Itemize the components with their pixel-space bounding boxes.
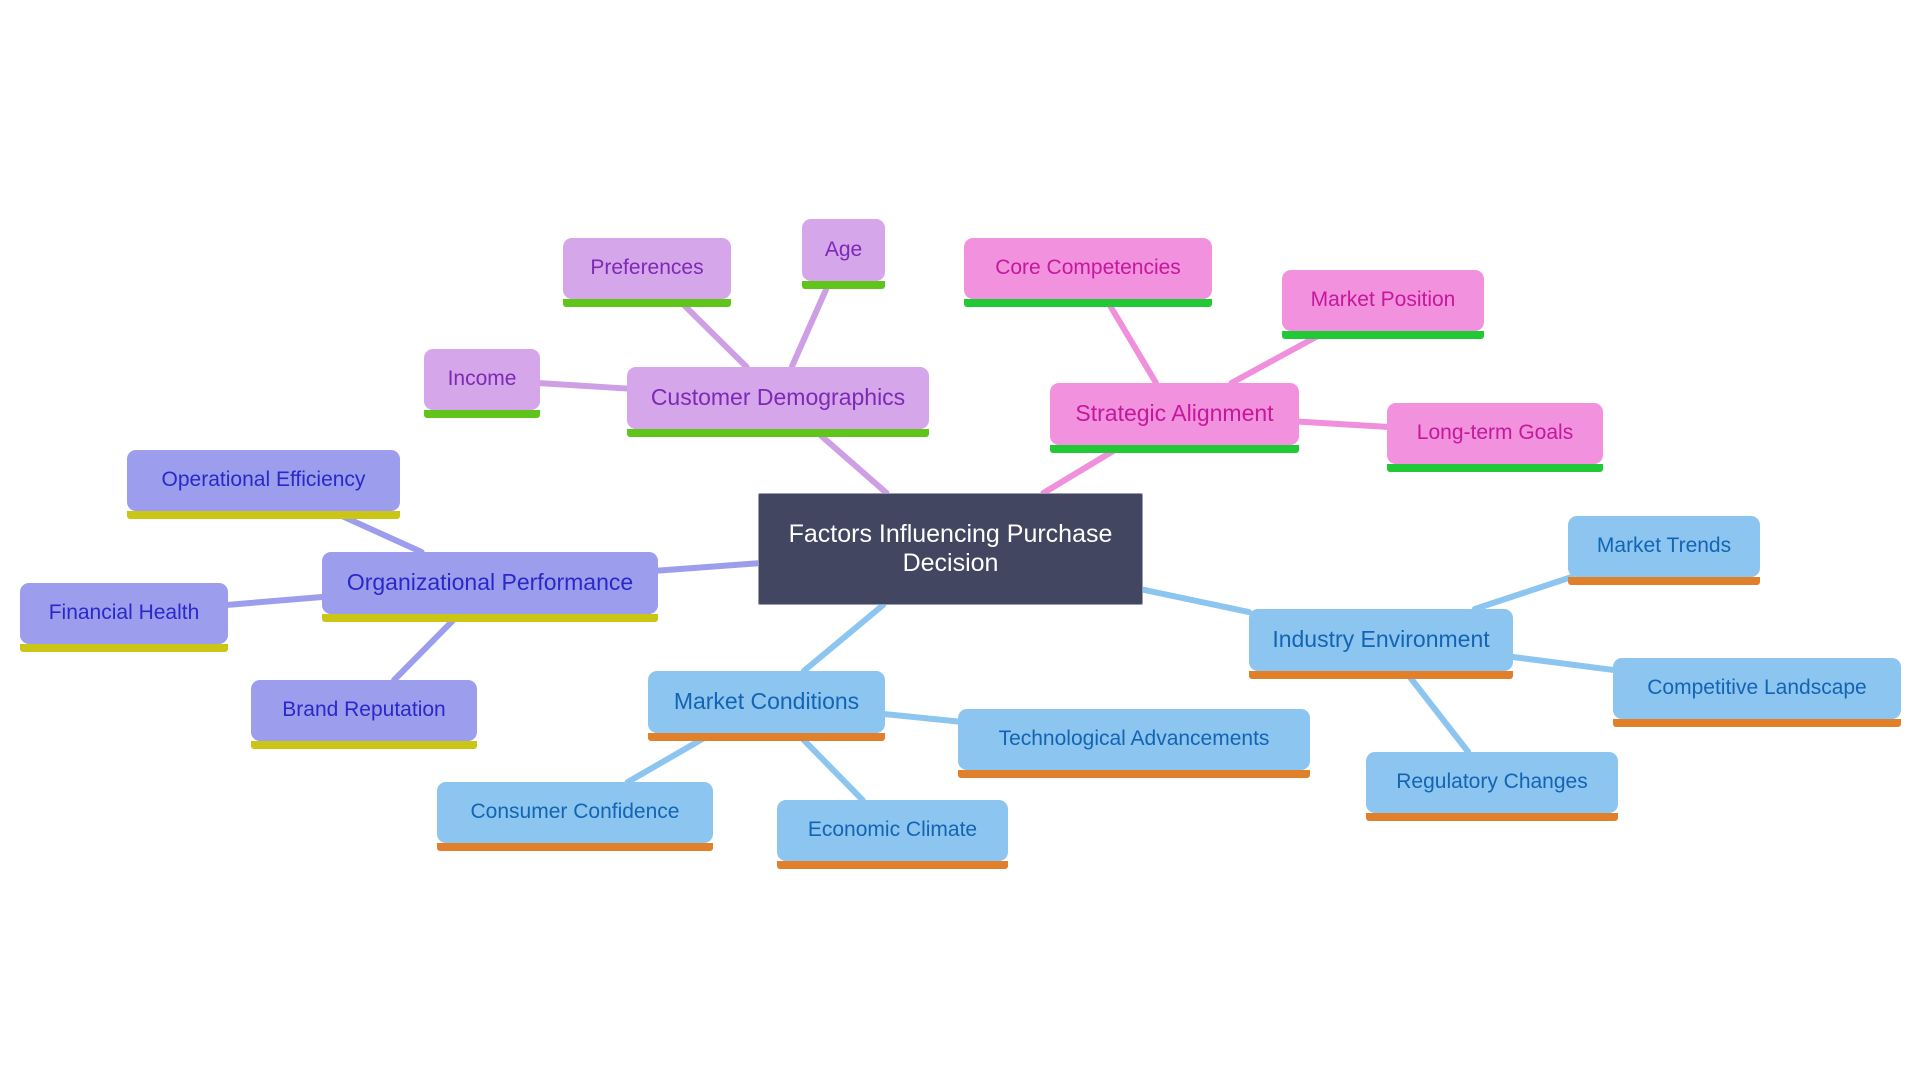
node-underline-accent <box>648 733 885 741</box>
edge-root-to-industry-environment <box>1140 586 1252 616</box>
node-label: Preferences <box>590 256 704 280</box>
node-label: Factors Influencing Purchase Decision <box>788 519 1113 578</box>
mindmap-node-organizational-performance[interactable]: Organizational Performance <box>322 552 658 622</box>
node-label: Core Competencies <box>995 256 1181 280</box>
node-underline-accent <box>1613 719 1901 727</box>
edge-root-to-market-conditions <box>800 602 887 674</box>
edge-organizational-performance-to-brand-reputation <box>391 611 463 683</box>
node-underline-accent <box>424 410 540 418</box>
edge-strategic-alignment-to-core-competencies <box>1103 296 1160 386</box>
mindmap-node-consumer-confidence[interactable]: Consumer Confidence <box>437 782 713 851</box>
mindmap-node-preferences[interactable]: Preferences <box>563 238 731 307</box>
node-underline-accent <box>322 614 658 622</box>
node-underline-accent <box>802 281 885 289</box>
node-label: Regulatory Changes <box>1396 770 1588 794</box>
node-underline-accent <box>20 644 228 652</box>
node-label: Brand Reputation <box>282 698 446 722</box>
mindmap-node-core-competencies[interactable]: Core Competencies <box>964 238 1212 307</box>
mindmap-node-market-trends[interactable]: Market Trends <box>1568 516 1760 585</box>
node-underline-accent <box>1249 671 1513 679</box>
node-label: Strategic Alignment <box>1075 400 1274 427</box>
node-underline-accent <box>437 843 713 851</box>
node-underline-accent <box>1568 577 1760 585</box>
node-underline-accent <box>1282 331 1484 339</box>
edge-market-conditions-to-economic-climate <box>793 730 866 803</box>
node-label: Consumer Confidence <box>470 800 680 824</box>
node-underline-accent <box>1387 464 1603 472</box>
node-underline-accent <box>777 861 1008 869</box>
mind-map-canvas: Factors Influencing Purchase Decision Cus… <box>0 0 1920 1080</box>
node-label: Market Conditions <box>673 688 860 715</box>
node-label: Income <box>447 367 517 391</box>
root-node[interactable]: Factors Influencing Purchase Decision <box>758 493 1143 605</box>
node-label: Market Trends <box>1596 534 1732 558</box>
mindmap-node-income[interactable]: Income <box>424 349 540 418</box>
mindmap-node-technological-advancements[interactable]: Technological Advancements <box>958 709 1310 778</box>
mindmap-node-long-term-goals[interactable]: Long-term Goals <box>1387 403 1603 472</box>
mindmap-node-financial-health[interactable]: Financial Health <box>20 583 228 652</box>
mindmap-node-brand-reputation[interactable]: Brand Reputation <box>251 680 477 749</box>
edge-customer-demographics-to-income <box>537 380 630 392</box>
mindmap-node-competitive-landscape[interactable]: Competitive Landscape <box>1613 658 1901 727</box>
node-underline-accent <box>964 299 1212 307</box>
mindmap-node-market-position[interactable]: Market Position <box>1282 270 1484 339</box>
node-underline-accent <box>1366 813 1618 821</box>
edge-industry-environment-to-competitive-landscape <box>1510 654 1616 673</box>
mindmap-node-customer-demographics[interactable]: Customer Demographics <box>627 367 929 437</box>
node-label: Financial Health <box>48 601 200 625</box>
node-label: Age <box>824 237 863 261</box>
node-underline-accent <box>563 299 731 307</box>
node-label: Economic Climate <box>807 818 978 842</box>
edge-customer-demographics-to-preferences <box>674 296 750 370</box>
edge-market-conditions-to-technological-advancements <box>882 711 961 725</box>
edge-root-to-organizational-performance <box>655 560 761 574</box>
node-underline-accent <box>627 429 929 437</box>
mindmap-node-industry-environment[interactable]: Industry Environment <box>1249 609 1513 679</box>
node-label: Market Position <box>1310 288 1456 312</box>
node-underline-accent <box>251 741 477 749</box>
mindmap-node-operational-efficiency[interactable]: Operational Efficiency <box>127 450 400 519</box>
node-underline-accent <box>958 770 1310 778</box>
node-label: Operational Efficiency <box>161 468 366 492</box>
node-underline-accent <box>127 511 400 519</box>
mindmap-node-market-conditions[interactable]: Market Conditions <box>648 671 885 741</box>
mindmap-node-economic-climate[interactable]: Economic Climate <box>777 800 1008 869</box>
node-label: Customer Demographics <box>650 384 906 411</box>
edge-industry-environment-to-market-trends <box>1471 574 1575 612</box>
node-label: Technological Advancements <box>998 727 1270 751</box>
node-label: Industry Environment <box>1272 626 1490 653</box>
node-label: Competitive Landscape <box>1647 676 1867 700</box>
edge-customer-demographics-to-age <box>788 278 833 370</box>
mindmap-node-regulatory-changes[interactable]: Regulatory Changes <box>1366 752 1618 821</box>
node-label: Long-term Goals <box>1416 421 1574 445</box>
mindmap-node-age[interactable]: Age <box>802 219 885 289</box>
edge-industry-environment-to-regulatory-changes <box>1402 668 1472 755</box>
edge-organizational-performance-to-financial-health <box>225 594 325 608</box>
edge-root-to-customer-demographics <box>810 426 890 496</box>
node-label: Organizational Performance <box>346 569 634 596</box>
edge-strategic-alignment-to-long-term-goals <box>1296 418 1390 430</box>
mindmap-node-strategic-alignment[interactable]: Strategic Alignment <box>1050 383 1299 453</box>
node-underline-accent <box>1050 445 1299 453</box>
